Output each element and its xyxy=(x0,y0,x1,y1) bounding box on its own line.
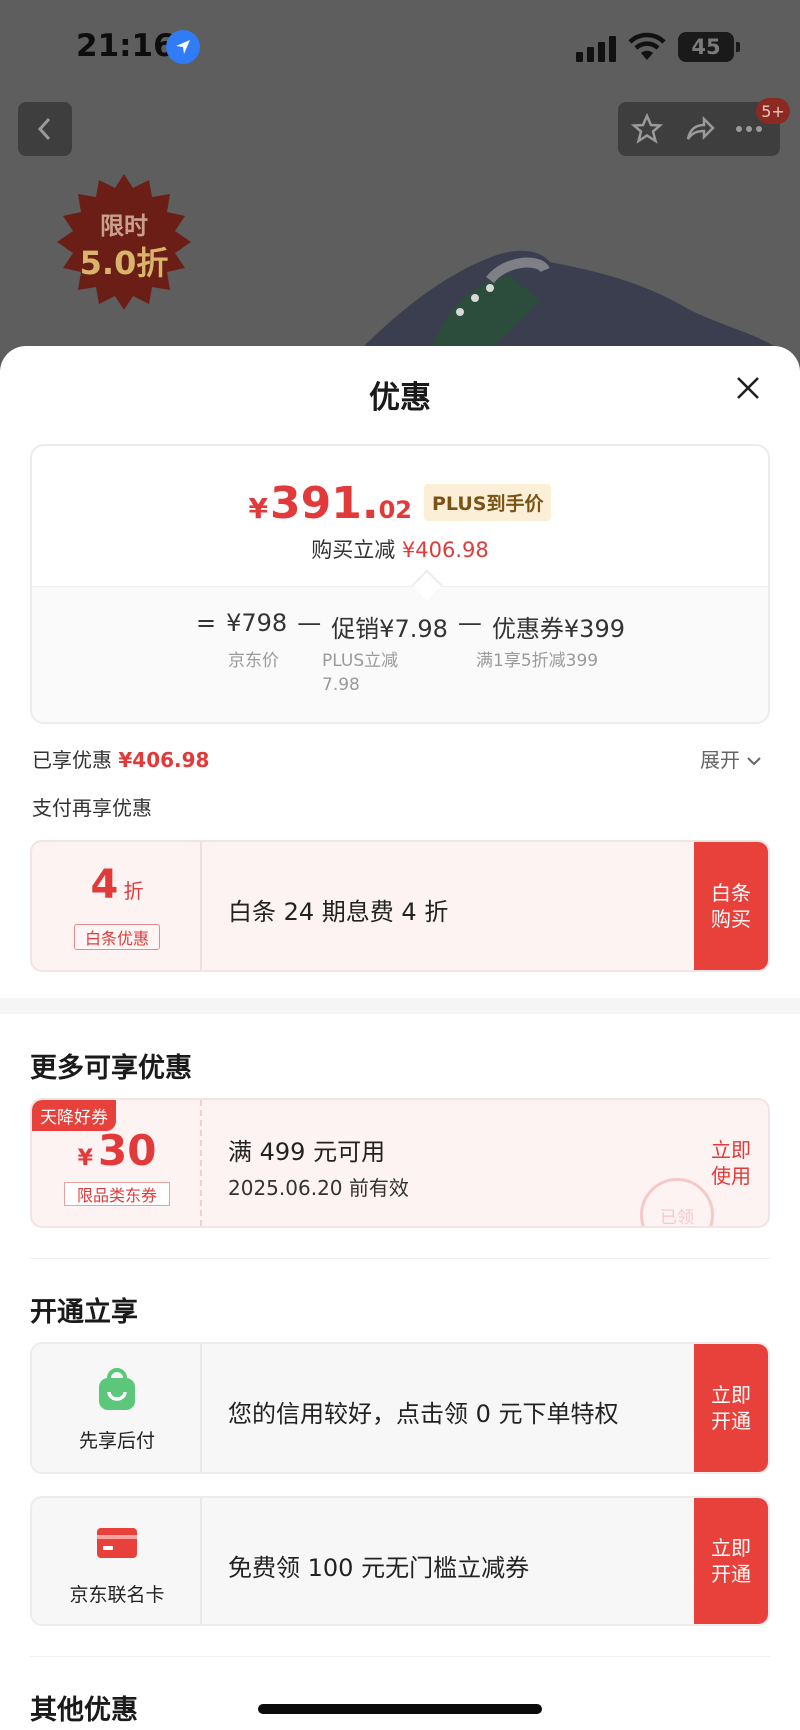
baitiao-buy-button[interactable]: 白条 购买 xyxy=(694,842,768,970)
product-page-background: 21:16 45 5+ 限时 5.0折 xyxy=(0,0,800,380)
coupon-value-num: 30 xyxy=(97,1126,157,1175)
plus-reduce-line1: PLUS立减 xyxy=(322,651,399,671)
coupon-card[interactable]: 天降好券 ¥ 30 限品类东券 满 499 元可用 2025.06.20 前有效… xyxy=(30,1098,770,1228)
cobrand-action-line2: 开通 xyxy=(711,1562,751,1586)
credit-card-icon xyxy=(97,1528,137,1558)
reduction-label: 购买立减 xyxy=(311,538,396,562)
coupon-category-tag: 限品类东券 xyxy=(64,1182,170,1206)
chevron-left-icon xyxy=(37,117,51,141)
home-indicator xyxy=(258,1704,542,1714)
coupon-amount: ¥ 30 xyxy=(32,1126,202,1175)
expand-label: 展开 xyxy=(700,748,740,772)
minus-sign: — xyxy=(297,609,322,637)
enjoyed-discount: 已享优惠 ¥406.98 xyxy=(32,744,209,773)
coupon-condition-label: 满1享5折减399 xyxy=(476,651,599,671)
jd-price-value: ¥798 xyxy=(226,609,288,637)
divider xyxy=(30,1656,770,1657)
coupon-condition: 满 499 元可用 xyxy=(228,1138,386,1166)
promo-line1: 限时 xyxy=(100,212,148,240)
use-coupon-button[interactable]: 立即 使用 xyxy=(694,1100,768,1226)
wifi-icon xyxy=(628,32,666,60)
battery-icon: 45 xyxy=(678,32,740,62)
baitiao-discount-num: 4 xyxy=(90,862,119,908)
price-currency: ¥ xyxy=(248,492,269,525)
equals-sign: = xyxy=(196,609,217,637)
cobrand-action-line1: 立即 xyxy=(711,1536,751,1560)
promo-value: 促销¥7.98 xyxy=(331,615,448,643)
expand-toggle[interactable]: 展开 xyxy=(700,744,762,773)
final-price-section: ¥ 391. 02 PLUS到手价 购买立减 ¥406.98 xyxy=(32,446,768,586)
pay-later-left: 先享后付 xyxy=(32,1344,202,1472)
pay-later-action-line1: 立即 xyxy=(711,1383,751,1407)
plus-reduce-label: PLUS立减 7.98 xyxy=(322,649,398,697)
price-decimal: 02 xyxy=(378,496,412,524)
other-offers-title: 其他优惠 xyxy=(30,1695,138,1726)
status-bar: 21:16 45 xyxy=(0,0,800,90)
back-button[interactable] xyxy=(18,102,72,156)
pay-later-text: 您的信用较好，点击领 0 元下单特权 xyxy=(228,1400,619,1428)
coupon-expiry: 2025.06.20 前有效 xyxy=(228,1176,409,1200)
baitiao-tag: 白条优惠 xyxy=(74,924,160,950)
share-icon[interactable] xyxy=(682,112,716,146)
close-icon[interactable] xyxy=(728,368,768,408)
baitiao-action-line1: 白条 xyxy=(711,881,751,905)
baitiao-action-line2: 购买 xyxy=(711,907,751,931)
enjoyed-amount: ¥406.98 xyxy=(118,748,210,772)
baitiao-text: 白条 24 期息费 4 折 xyxy=(228,898,449,926)
pay-more-title: 支付再享优惠 xyxy=(32,796,152,820)
plus-price-tag: PLUS到手价 xyxy=(423,484,552,521)
use-coupon-line2: 使用 xyxy=(711,1164,751,1188)
cobrand-text: 免费领 100 元无门槛立减券 xyxy=(228,1554,530,1582)
baitiao-discount-unit: 折 xyxy=(123,879,144,903)
star-icon[interactable] xyxy=(630,112,664,146)
location-arrow-icon xyxy=(166,30,200,64)
more-offers-title: 更多可享优惠 xyxy=(30,1053,192,1084)
baitiao-offer-card[interactable]: 4 折 白条优惠 白条 24 期息费 4 折 白条 购买 xyxy=(30,840,770,972)
coupon-value: 优惠券¥399 xyxy=(491,615,625,643)
price-breakdown-card: ¥ 391. 02 PLUS到手价 购买立减 ¥406.98 = ¥798 — … xyxy=(30,444,770,724)
cobrand-card[interactable]: 京东联名卡 免费领 100 元无门槛立减券 立即 开通 xyxy=(30,1496,770,1626)
divider xyxy=(30,1258,770,1259)
baitiao-discount: 4 折 xyxy=(32,862,202,908)
product-shoe-image xyxy=(360,250,780,350)
purchase-reduction: 购买立减 ¥406.98 xyxy=(32,534,768,564)
cellular-signal-icon xyxy=(576,36,616,62)
discount-sheet: 优惠 ¥ 391. 02 PLUS到手价 购买立减 ¥406.98 = ¥798… xyxy=(0,346,800,1730)
jd-price-label: 京东价 xyxy=(228,651,279,671)
open-enjoy-title: 开通立享 xyxy=(30,1297,138,1328)
notification-badge: 5+ xyxy=(756,98,790,124)
pay-later-label: 先享后付 xyxy=(78,1430,155,1452)
sheet-title: 优惠 xyxy=(369,380,431,416)
coupon-currency: ¥ xyxy=(77,1146,93,1171)
reduction-amount: ¥406.98 xyxy=(401,538,489,562)
baitiao-left: 4 折 白条优惠 xyxy=(32,842,202,970)
status-time: 21:16 xyxy=(76,28,175,64)
section-divider xyxy=(0,998,800,1014)
pay-later-card[interactable]: 先享后付 您的信用较好，点击领 0 元下单特权 立即 开通 xyxy=(30,1342,770,1474)
battery-level: 45 xyxy=(691,35,721,59)
promo-line2: 5.0折 xyxy=(79,244,169,282)
cobrand-open-button[interactable]: 立即 开通 xyxy=(694,1498,768,1624)
plus-reduce-line2: 7.98 xyxy=(322,675,360,695)
final-price-row: ¥ 391. 02 PLUS到手价 xyxy=(32,478,768,529)
use-coupon-line1: 立即 xyxy=(711,1138,751,1162)
price-formula: = ¥798 — 促销¥7.98 — 优惠券¥399 xyxy=(196,609,625,644)
shopping-bag-icon xyxy=(99,1368,135,1410)
enjoyed-label: 已享优惠 xyxy=(32,748,112,772)
cobrand-left: 京东联名卡 xyxy=(32,1498,202,1624)
pay-later-open-button[interactable]: 立即 开通 xyxy=(694,1344,768,1472)
price-formula-section: = ¥798 — 促销¥7.98 — 优惠券¥399 京东价 PLUS立减 7.… xyxy=(32,586,768,722)
pay-later-action-line2: 开通 xyxy=(711,1409,751,1433)
chevron-down-icon xyxy=(747,757,762,766)
minus-sign: — xyxy=(457,609,482,637)
price-integer: 391. xyxy=(270,478,379,529)
cobrand-label: 京东联名卡 xyxy=(69,1584,165,1606)
coupon-left: 天降好券 ¥ 30 限品类东券 xyxy=(32,1100,202,1226)
